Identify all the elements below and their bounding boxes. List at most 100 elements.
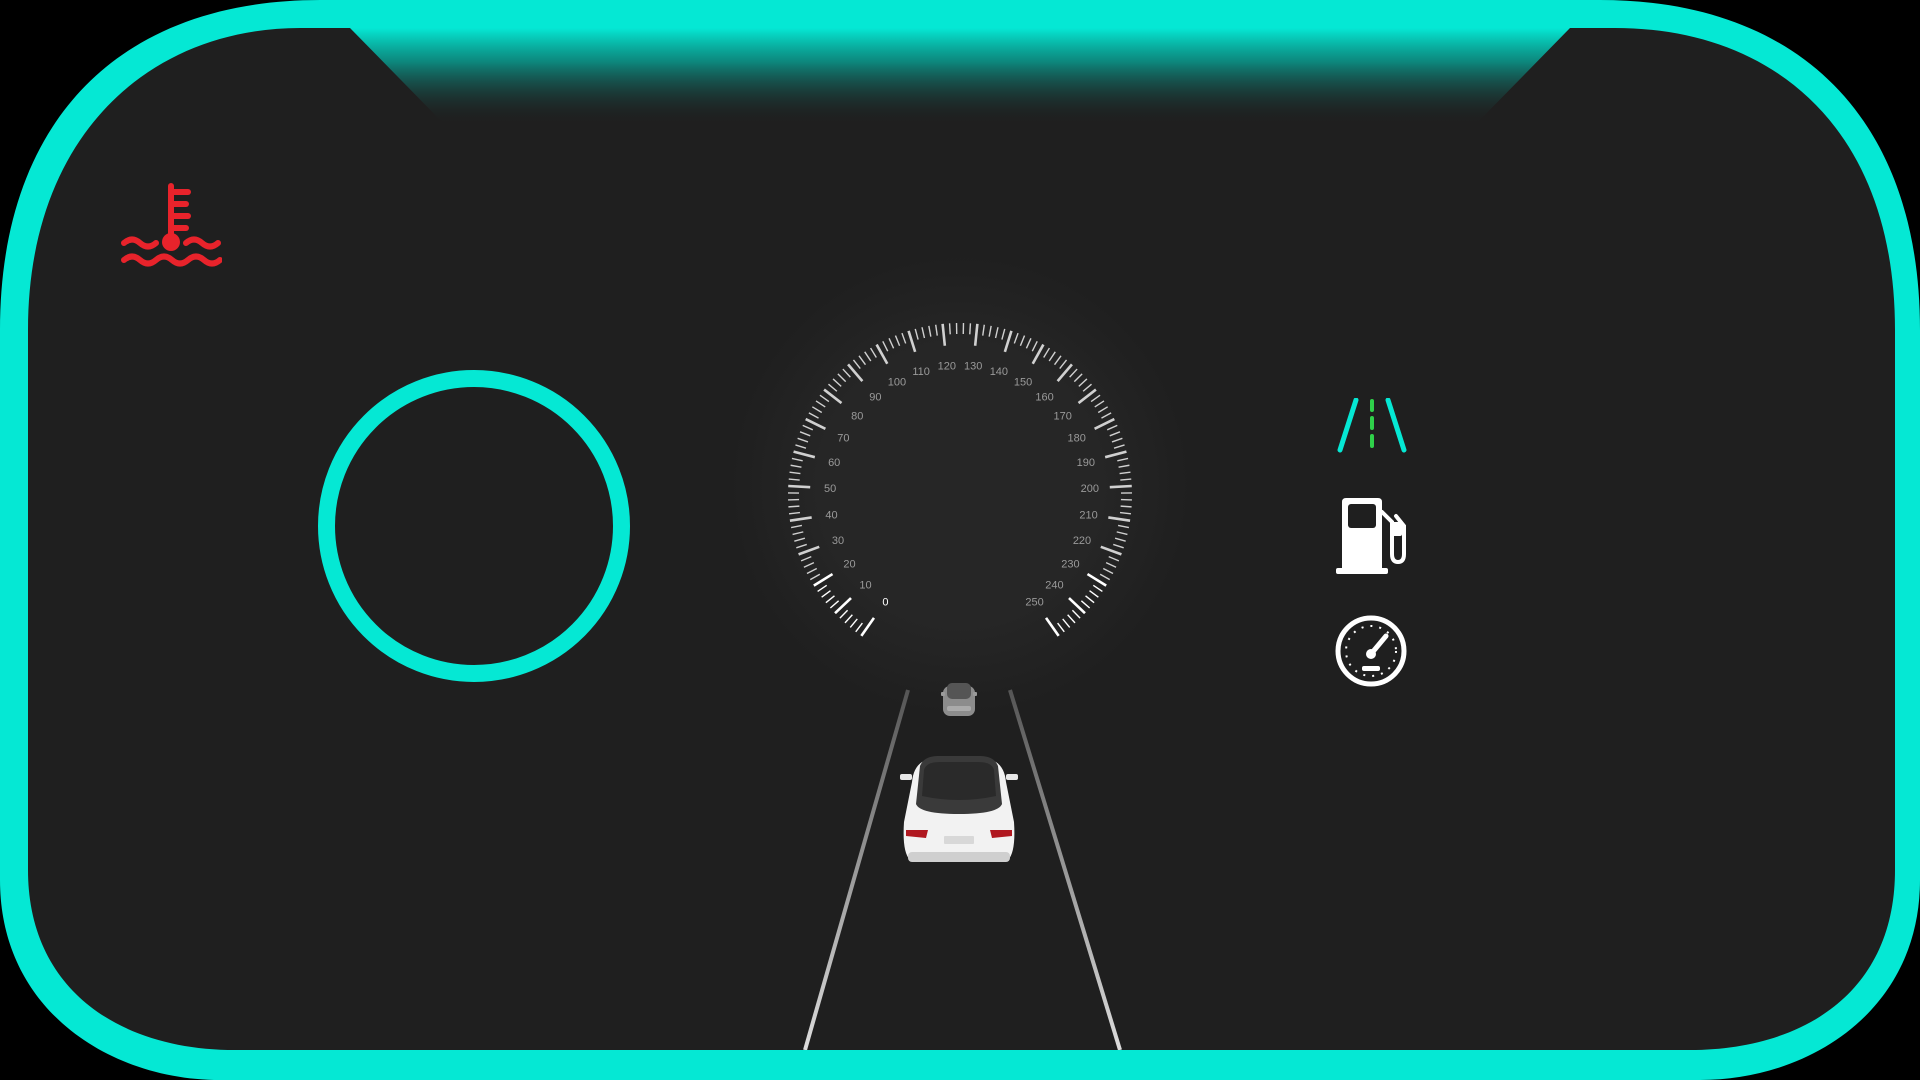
speedometer-minor-tick [839, 609, 849, 619]
speedometer-minor-tick [788, 511, 801, 515]
left-ring-gauge [318, 370, 630, 682]
speedometer-minor-tick [842, 368, 851, 378]
speedometer-minor-tick [828, 383, 838, 392]
speedometer-minor-tick [837, 373, 847, 383]
speedometer-minor-tick [882, 340, 889, 352]
fuel-pump-icon [1336, 498, 1406, 574]
speedometer-minor-tick [795, 444, 807, 449]
speedometer-minor-tick [1085, 595, 1095, 604]
speedometer-minor-tick [921, 327, 926, 339]
speedometer-minor-tick [794, 537, 806, 542]
speedometer-minor-tick [803, 561, 815, 568]
lane-line-right [1008, 689, 1122, 1050]
speedometer-major-tick [847, 363, 864, 382]
speedometer-minor-tick [1053, 355, 1062, 366]
speedometer-minor-tick [1111, 437, 1123, 443]
speedometer-minor-tick [797, 437, 809, 443]
speedometer-minor-tick [1119, 511, 1132, 515]
speedometer-minor-tick [1031, 340, 1038, 352]
speedometer-minor-tick [790, 464, 802, 468]
speedometer-minor-tick [1090, 394, 1101, 403]
speedometer-major-tick [860, 617, 876, 637]
speedometer-minor-tick [1082, 383, 1092, 392]
speedometer-tick-label: 190 [1077, 457, 1095, 469]
speedometer-major-tick [1104, 450, 1127, 459]
speedometer-major-tick [941, 323, 947, 346]
lane-line-left [803, 689, 910, 1050]
speedometer-minor-tick [1101, 412, 1112, 419]
speedometer-minor-tick [788, 478, 800, 481]
speedometer-major-tick [1077, 388, 1097, 405]
speedometer-major-tick [1003, 330, 1013, 353]
speedometer-minor-tick [1025, 338, 1032, 349]
speedometer-major-tick [1109, 484, 1132, 489]
speedometer-minor-tick [1048, 351, 1056, 362]
speedometer-tick-label: 150 [1014, 376, 1032, 388]
speedometer-minor-tick [982, 324, 985, 336]
speedometer-tick-label: 100 [888, 376, 906, 388]
speedometer-minor-tick [1108, 556, 1120, 562]
speedometer-minor-tick [1117, 457, 1129, 462]
speedometer-minor-tick [1069, 368, 1078, 378]
speedometer-minor-tick [855, 622, 863, 633]
speedometer-minor-tick [1106, 424, 1118, 431]
speedometer-tick-label: 60 [828, 457, 840, 469]
speedometer-minor-tick [1057, 622, 1065, 633]
speedometer-minor-tick [852, 359, 861, 370]
speedometer-major-tick [1044, 617, 1060, 637]
speedometer-minor-tick [1001, 328, 1006, 340]
lane-assist-icon [1337, 398, 1407, 453]
speedometer-tick-label: 70 [837, 433, 849, 445]
lead-vehicle [941, 683, 977, 716]
speedometer-tick-label: 90 [869, 391, 881, 403]
speedometer-minor-tick [791, 457, 803, 462]
speedometer-minor-tick [1118, 464, 1130, 468]
speedometer-minor-tick [1089, 590, 1099, 598]
speedometer-minor-tick [799, 431, 811, 437]
speedometer-minor-tick [988, 325, 992, 337]
speedometer-minor-tick [869, 347, 877, 358]
speedometer-icon [1335, 615, 1407, 687]
speedometer-minor-tick [817, 584, 828, 593]
speedometer-minor-tick [1097, 406, 1109, 414]
speedometer-minor-tick [802, 424, 814, 431]
speedometer-minor-tick [1067, 614, 1076, 624]
speedometer-tick-label: 140 [990, 366, 1008, 378]
speedometer-minor-tick [832, 378, 842, 387]
speedometer-major-tick [1056, 363, 1073, 382]
speedometer-minor-tick [1099, 573, 1111, 581]
speedometer-major-tick [798, 545, 820, 556]
speedometer: 0 10 20 30 40 50 60 7080 90 100 110 120 130 140 150160… [788, 323, 1132, 637]
dashboard-background: 0 10 20 30 40 50 60 70 80 90 100 110 120 130 140 150 160… [0, 0, 1920, 1080]
speedometer-minor-tick [1019, 335, 1026, 347]
speedometer-minor-tick [788, 505, 800, 508]
speedometer-minor-tick [829, 600, 840, 609]
speedometer-minor-tick [821, 590, 831, 598]
speedometer-major-tick [789, 516, 812, 523]
speedometer-minor-tick [811, 406, 823, 414]
speedometer-minor-tick [1109, 431, 1121, 437]
speedometer-minor-tick [1119, 471, 1131, 475]
speedometer-major-tick [793, 450, 816, 459]
speedometer-major-tick [1100, 545, 1122, 556]
speedometer-tick-label: 130 [964, 361, 982, 373]
speedometer-minor-tick [796, 543, 807, 549]
speedometer-minor-tick [901, 332, 907, 344]
speedometer-minor-tick [888, 338, 895, 349]
speedometer-minor-tick [994, 327, 999, 339]
speedometer-major-tick [834, 597, 852, 615]
speedometer-minor-tick [894, 335, 901, 347]
speedometer-minor-tick [1114, 537, 1126, 542]
speedometer-minor-tick [1059, 359, 1068, 370]
ego-vehicle [900, 756, 1018, 862]
speedometer-minor-tick [808, 412, 819, 419]
speedometer-minor-tick [969, 323, 972, 335]
speedometer-tick-label: 120 [938, 361, 956, 373]
speedometer-minor-tick [1102, 567, 1114, 575]
speedometer-minor-tick [1013, 332, 1019, 344]
speedometer-minor-tick [809, 573, 821, 581]
speedometer-tick-label: 210 [1079, 509, 1097, 521]
speedometer-minor-tick [790, 524, 803, 529]
speedometer-tick-label: 80 [851, 410, 863, 422]
speedometer-minor-tick [858, 355, 867, 366]
